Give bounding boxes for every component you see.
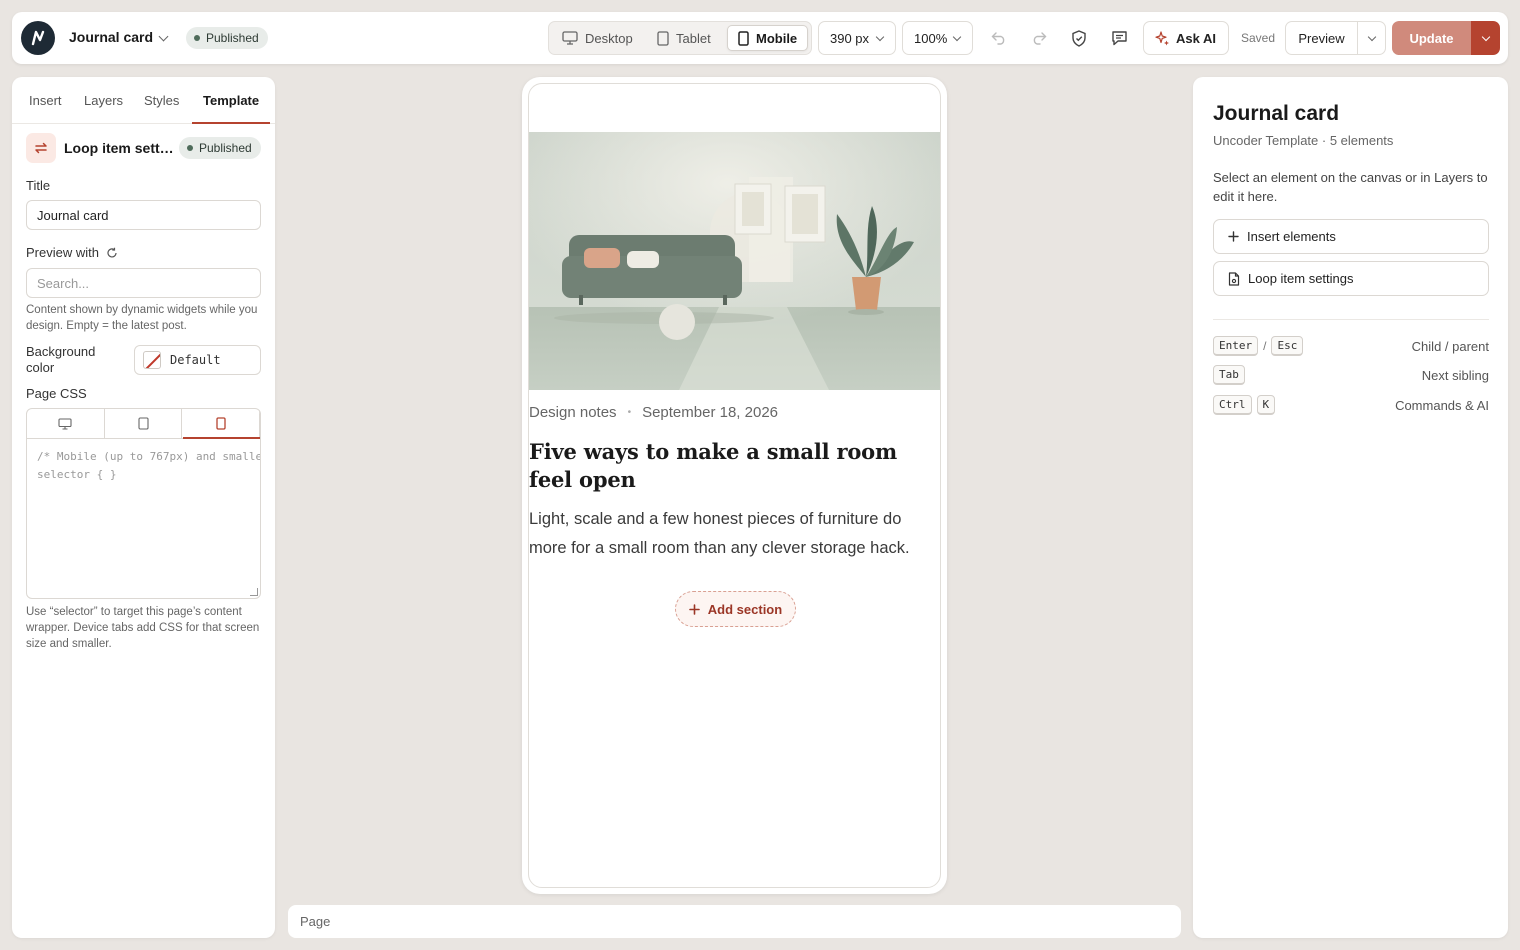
featured-image[interactable] (529, 132, 941, 390)
css-hint: Use “selector” to target this page’s con… (26, 606, 260, 650)
status-dot-icon (194, 35, 200, 41)
title-input[interactable]: Journal card (26, 200, 261, 230)
active-tab-indicator (192, 122, 270, 124)
device-desktop-button[interactable]: Desktop (552, 25, 643, 51)
panel-title: Journal card (1213, 102, 1340, 125)
app-logo-icon[interactable] (21, 21, 55, 55)
update-button[interactable]: Update (1392, 21, 1471, 55)
redo-icon[interactable] (1027, 26, 1051, 50)
device-tablet-button[interactable]: Tablet (647, 25, 721, 51)
shortcut-row: Ctrl K Commands & AI (1213, 395, 1489, 415)
file-settings-icon (1228, 271, 1240, 286)
mobile-device-frame: Design notes • September 18, 2026 Five w… (522, 77, 947, 894)
tab-template[interactable]: Template (203, 93, 259, 108)
page-css-label: Page CSS (26, 386, 87, 401)
color-swatch-icon (143, 351, 161, 369)
chevron-down-icon (875, 32, 885, 42)
shortcut-key: Enter (1213, 336, 1259, 356)
css-code-textarea[interactable]: /* Mobile (up to 767px) and smaller */ s… (27, 439, 260, 493)
css-tab-tablet[interactable] (105, 409, 183, 438)
add-section-button[interactable]: Add section (675, 591, 796, 627)
shortcut-description: Child / parent (1411, 338, 1489, 354)
status-dot-icon (187, 145, 193, 151)
tab-layers[interactable]: Layers (84, 93, 123, 108)
loop-status-badge: Published (179, 137, 261, 159)
mobile-icon (738, 30, 749, 46)
post-date[interactable]: September 18, 2026 (642, 404, 778, 421)
background-color-label: Background color (26, 344, 96, 375)
comments-icon[interactable] (1107, 26, 1131, 50)
tablet-icon (137, 417, 149, 430)
left-panel: Insert Layers Styles Template Loop item … (12, 77, 275, 938)
shortcut-description: Commands & AI (1395, 397, 1489, 413)
desktop-icon (58, 417, 72, 430)
meta-separator: • (627, 407, 632, 418)
chevron-down-icon (952, 32, 962, 42)
undo-icon[interactable] (987, 26, 1011, 50)
canvas-viewport: Design notes • September 18, 2026 Five w… (528, 83, 941, 888)
preview-hint: Content shown by dynamic widgets while y… (26, 304, 258, 332)
tablet-icon (657, 30, 669, 46)
device-mobile-button[interactable]: Mobile (727, 25, 809, 51)
loop-icon (26, 133, 56, 163)
plus-icon (688, 603, 700, 615)
css-tab-mobile[interactable] (182, 409, 260, 438)
resize-handle-icon[interactable] (250, 588, 258, 596)
top-toolbar: Journal card Published Desktop Tablet Mo… (12, 12, 1508, 64)
shortcut-slash: / (1263, 339, 1267, 353)
css-device-tabs (27, 409, 260, 439)
shortcut-row: Enter / Esc Child / parent (1213, 336, 1489, 356)
shield-check-icon[interactable] (1067, 26, 1091, 50)
chevron-down-icon (1481, 32, 1490, 41)
shortcut-key: Esc (1271, 336, 1304, 356)
breadcrumb-page[interactable]: Page (300, 914, 330, 929)
tab-styles[interactable]: Styles (144, 93, 179, 108)
save-status: Saved (1241, 31, 1276, 45)
status-badge: Published (186, 27, 268, 49)
preview-search-input[interactable]: Search... (26, 268, 261, 298)
insert-elements-button[interactable]: Insert elements (1213, 219, 1489, 254)
refresh-icon[interactable] (106, 247, 118, 259)
loop-item-settings-button[interactable]: Loop item settings (1213, 261, 1489, 296)
tab-insert[interactable]: Insert (29, 93, 62, 108)
sparkle-icon (1155, 30, 1169, 45)
right-panel: Journal card Uncoder Template · 5 elemen… (1193, 77, 1508, 938)
document-title[interactable]: Journal card (69, 29, 153, 45)
panel-subtitle: Uncoder Template · 5 elements (1213, 133, 1394, 148)
background-color-picker[interactable]: Default (134, 345, 261, 375)
divider (1213, 319, 1489, 320)
shortcut-key: K (1256, 395, 1276, 415)
preview-button-group: Preview (1285, 21, 1386, 55)
breadcrumb-bar: Page (288, 905, 1181, 938)
update-options-button[interactable] (1471, 21, 1500, 55)
preview-with-label: Preview with (26, 245, 118, 260)
zoom-select[interactable]: 100% (902, 21, 973, 55)
chevron-down-icon (1367, 32, 1376, 41)
desktop-icon (562, 31, 578, 45)
active-css-tab-indicator (183, 437, 260, 439)
update-button-group: Update (1392, 21, 1500, 55)
left-panel-tabs: Insert Layers Styles Template (12, 77, 275, 124)
loop-item-title: Loop item settings (64, 140, 174, 156)
ask-ai-button[interactable]: Ask AI (1143, 21, 1229, 55)
plus-icon (1228, 231, 1239, 242)
panel-description: Select an element on the canvas or in La… (1213, 170, 1488, 204)
shortcut-description: Next sibling (1421, 367, 1489, 383)
post-excerpt[interactable]: Light, scale and a few honest pieces of … (529, 505, 934, 563)
shortcut-key: Ctrl (1213, 395, 1252, 415)
css-tab-desktop[interactable] (27, 409, 105, 438)
post-title[interactable]: Five ways to make a small room feel open (529, 438, 909, 494)
shortcut-key: Tab (1213, 365, 1245, 385)
preview-options-button[interactable] (1358, 22, 1385, 54)
title-label: Title (26, 178, 51, 193)
mobile-icon (216, 417, 226, 430)
canvas-width-select[interactable]: 390 px (818, 21, 896, 55)
post-meta: Design notes • September 18, 2026 (529, 404, 778, 421)
title-chevron-down-icon[interactable] (158, 31, 169, 42)
page-css-editor: /* Mobile (up to 767px) and smaller */ s… (26, 408, 261, 599)
shortcut-row: Tab Next sibling (1213, 365, 1489, 385)
preview-button[interactable]: Preview (1286, 22, 1358, 54)
device-switcher: Desktop Tablet Mobile (548, 21, 812, 55)
post-category[interactable]: Design notes (529, 404, 617, 421)
